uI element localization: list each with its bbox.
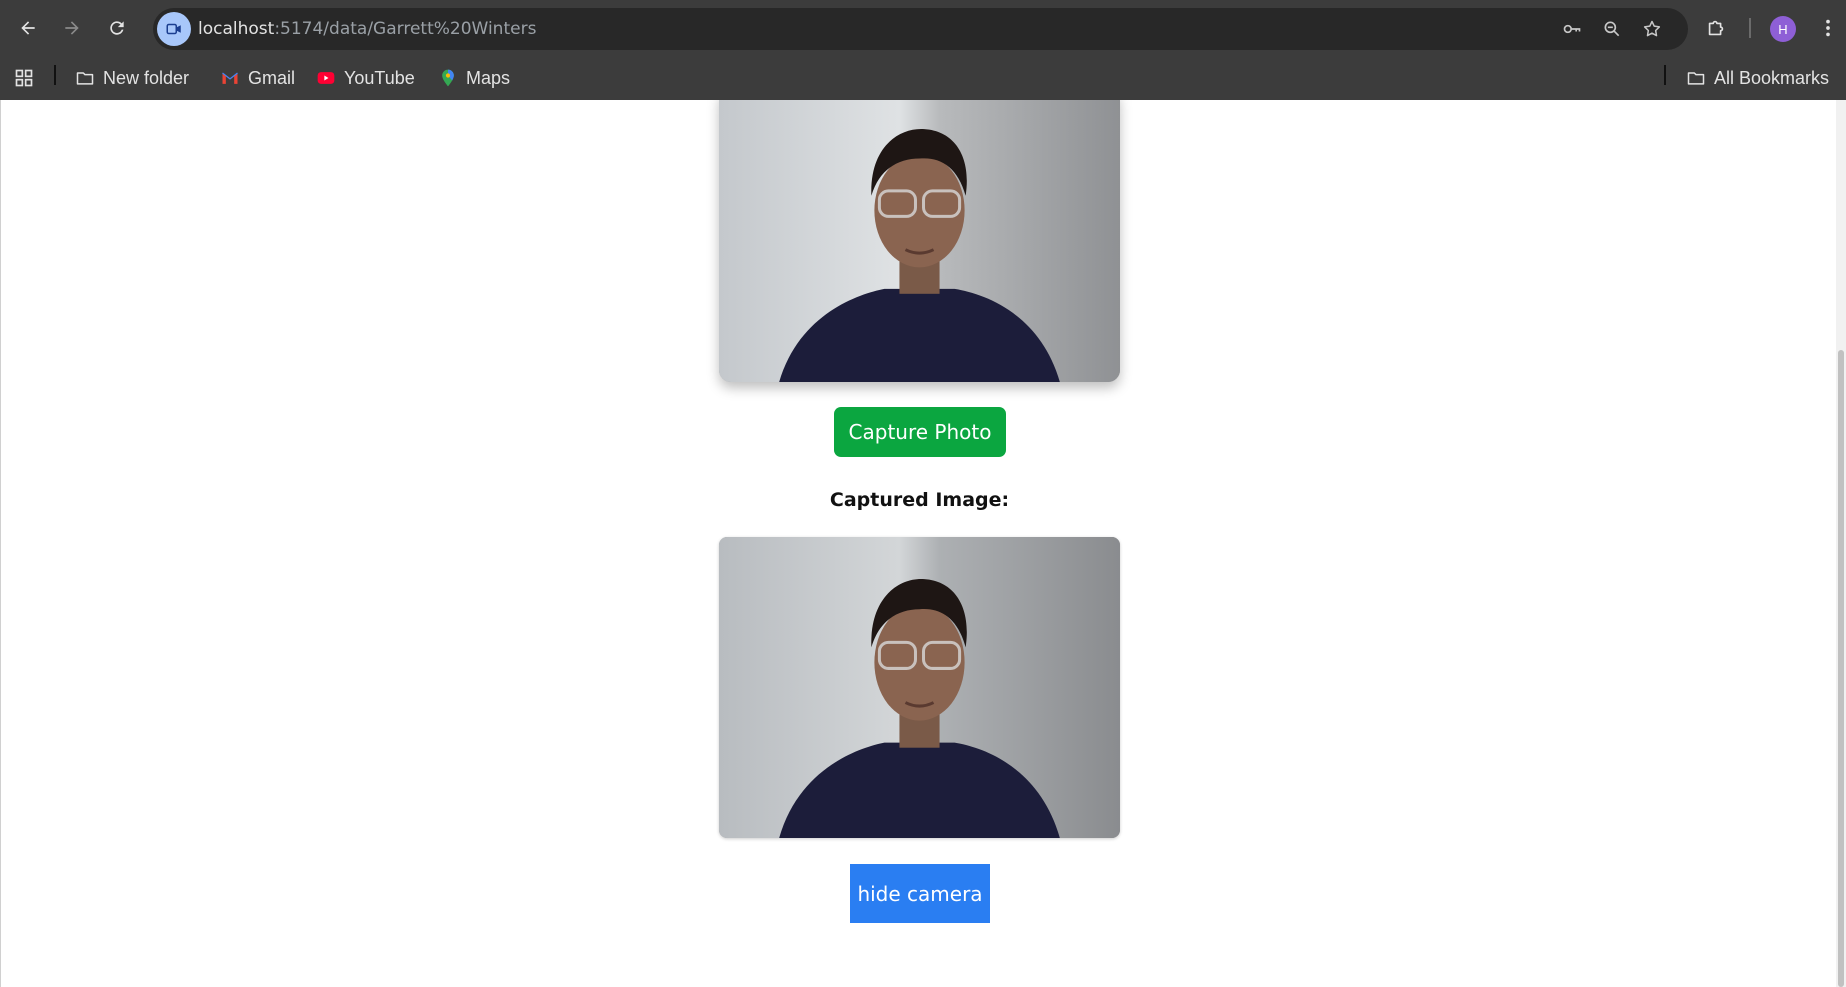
bookmark-label: YouTube	[344, 67, 415, 88]
url-path: :5174/data/Garrett%20Winters	[274, 19, 537, 39]
browser-toolbar: localhost:5174/data/Garrett%20Winters H	[0, 0, 1846, 57]
address-bar[interactable]: localhost:5174/data/Garrett%20Winters	[153, 8, 1688, 50]
captured-image	[719, 537, 1120, 838]
webcam-live-feed	[719, 100, 1120, 382]
extensions-puzzle-icon[interactable]	[1702, 14, 1730, 42]
apps-grid-icon[interactable]	[14, 63, 34, 93]
hide-camera-button[interactable]: hide camera	[850, 864, 990, 923]
gmail-icon	[222, 72, 238, 84]
bookmark-new-folder[interactable]: New folder	[75, 63, 189, 93]
page-scrollbar[interactable]	[1836, 100, 1846, 987]
zoom-icon[interactable]	[1600, 17, 1624, 41]
bookmark-youtube[interactable]: YouTube	[316, 63, 415, 93]
folder-icon	[76, 72, 94, 85]
url-host: localhost	[198, 19, 275, 39]
profile-avatar[interactable]: H	[1770, 16, 1796, 42]
maps-pin-icon	[442, 69, 454, 87]
bookmark-label: Gmail	[248, 67, 296, 88]
password-key-icon[interactable]	[1560, 17, 1584, 41]
bookmark-gmail[interactable]: Gmail	[220, 63, 295, 93]
youtube-icon	[317, 72, 335, 84]
bookmark-label: Maps	[466, 67, 511, 88]
scrollbar-thumb[interactable]	[1838, 350, 1844, 987]
bookmark-label: New folder	[103, 67, 190, 88]
bookmarks-bar: New folder Gmail YouTube Maps All Bookma…	[0, 57, 1846, 100]
bookmark-star-icon[interactable]	[1640, 17, 1664, 41]
bookmark-maps[interactable]: Maps	[438, 63, 510, 93]
bookmarks-divider	[1664, 65, 1666, 85]
folder-icon	[1687, 72, 1705, 85]
forward-arrow-icon[interactable]	[54, 10, 90, 46]
all-bookmarks-label: All Bookmarks	[1714, 67, 1830, 88]
toolbar-divider	[1749, 18, 1751, 38]
bookmarks-divider	[54, 65, 56, 85]
captured-image-heading: Captured Image:	[829, 489, 1010, 511]
page-content: Capture Photo Captured Image: hide camer…	[0, 100, 1836, 987]
url-text[interactable]: localhost:5174/data/Garrett%20Winters	[198, 8, 536, 50]
back-arrow-icon[interactable]	[10, 10, 46, 46]
reload-icon[interactable]	[99, 10, 135, 46]
kebab-menu-icon[interactable]	[1814, 14, 1842, 42]
all-bookmarks-button[interactable]: All Bookmarks	[1686, 63, 1829, 93]
capture-photo-button[interactable]: Capture Photo	[834, 407, 1006, 457]
camera-site-icon[interactable]	[157, 12, 191, 46]
